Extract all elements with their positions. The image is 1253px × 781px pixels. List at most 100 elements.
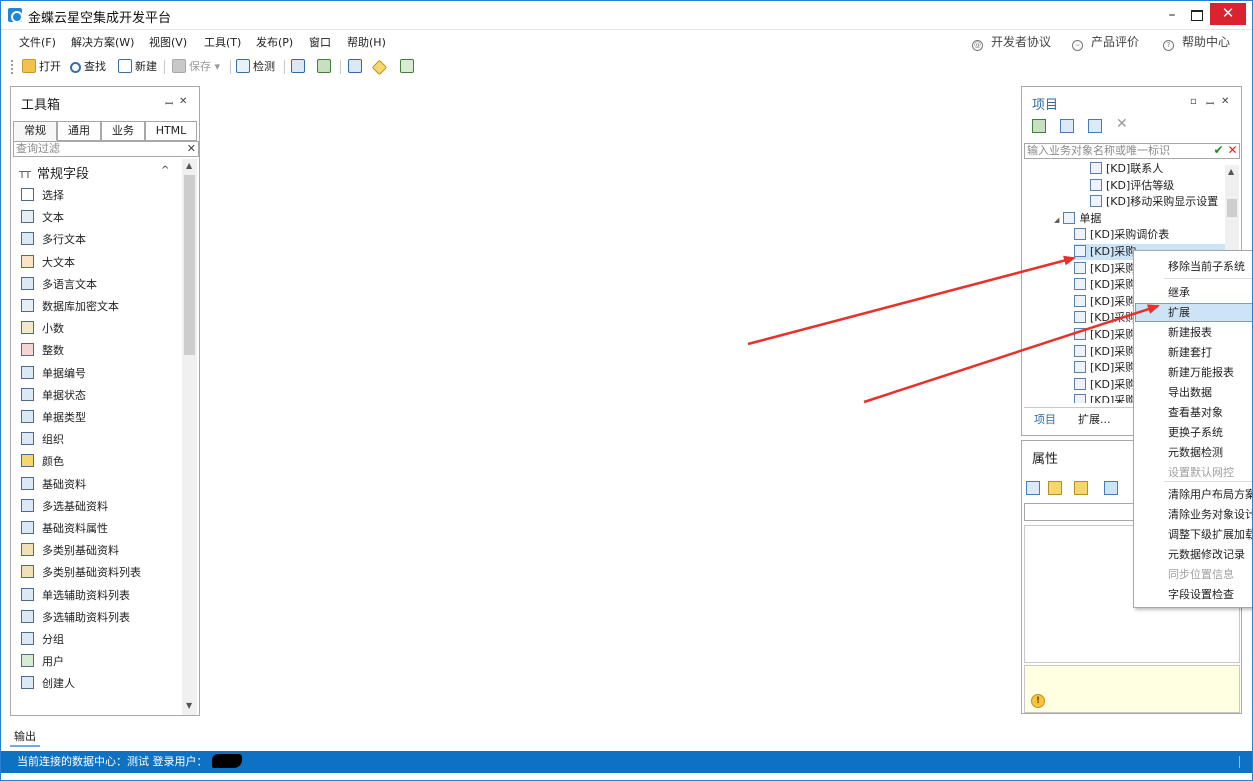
tool-item[interactable]: 组织 xyxy=(21,431,64,449)
context-menu-item[interactable]: 调整下级扩展加载 xyxy=(1135,525,1253,544)
tree-item[interactable]: [KD]采购 xyxy=(1074,327,1136,343)
collapse-all-icon[interactable] xyxy=(1060,119,1074,133)
tool-item[interactable]: 多类别基础资料列表 xyxy=(21,564,141,582)
tool-item[interactable]: 多类别基础资料 xyxy=(21,542,119,560)
menu-view[interactable]: 视图(V) xyxy=(149,34,187,50)
check-button[interactable]: 检测 xyxy=(236,58,275,76)
tree-item[interactable]: [KD]采购 xyxy=(1074,393,1136,403)
close-button[interactable]: ✕ xyxy=(1210,3,1246,25)
tool-item[interactable]: 单据状态 xyxy=(21,387,86,405)
tool-item[interactable]: 分组 xyxy=(21,631,64,649)
context-menu-item[interactable]: 查看基对象 xyxy=(1135,403,1253,422)
copy-icon[interactable] xyxy=(1088,119,1102,133)
tool-item[interactable]: 选择 xyxy=(21,187,64,205)
tab-html[interactable]: HTML xyxy=(145,121,197,141)
menu-solution[interactable]: 解决方案(W) xyxy=(71,34,134,50)
context-menu-item[interactable]: 同步位置信息 xyxy=(1135,565,1253,584)
toolbox-scroll-thumb[interactable] xyxy=(184,175,195,355)
toolbox-scrollbar[interactable]: ▲ ▼ xyxy=(182,159,197,715)
tool-item[interactable]: 多选辅助资料列表 xyxy=(21,609,130,627)
menu-tools[interactable]: 工具(T) xyxy=(204,34,241,50)
tool-item[interactable]: 小数 xyxy=(21,320,64,338)
tree-item[interactable]: [KD]采购 xyxy=(1074,360,1136,376)
product-review-link[interactable]: ⌣ 产品评价 xyxy=(1072,33,1139,51)
tool-item[interactable]: 多行文本 xyxy=(21,231,86,249)
tree-item[interactable]: [KD]评估等级 xyxy=(1090,178,1174,194)
tool-item[interactable]: 大文本 xyxy=(21,254,75,272)
search-cancel-icon[interactable]: ✕ xyxy=(1226,143,1239,159)
context-menu-item[interactable]: 清除用户布局方案 xyxy=(1135,485,1253,504)
scroll-down-arrow[interactable]: ▼ xyxy=(186,701,192,710)
tool-item[interactable]: 多语言文本 xyxy=(21,276,97,294)
developer-agreement-link[interactable]: @ 开发者协议 xyxy=(972,33,1051,51)
delete-icon[interactable]: ✕ xyxy=(1116,116,1128,132)
tool-item[interactable]: 整数 xyxy=(21,342,64,360)
minimize-button[interactable]: – xyxy=(1158,4,1186,26)
expand-toggle-icon[interactable]: ◢ xyxy=(1054,216,1059,224)
properties-icon[interactable] xyxy=(1104,481,1118,495)
tree-item[interactable]: [KD]采购 xyxy=(1074,310,1136,326)
filter-clear-icon[interactable]: ✕ xyxy=(187,142,196,156)
tool-item[interactable]: 基础资料 xyxy=(21,476,86,494)
context-menu-item[interactable]: 导出数据 xyxy=(1135,383,1253,402)
menu-help[interactable]: 帮助(H) xyxy=(347,34,386,50)
tree-folder[interactable]: ◢ 单据 xyxy=(1054,211,1101,227)
new-button[interactable]: 新建 xyxy=(118,58,157,76)
tab-general[interactable]: 常规 xyxy=(13,121,57,141)
toolbar-form-button[interactable] xyxy=(291,58,308,76)
tree-item[interactable]: [KD]联系人 xyxy=(1090,161,1163,177)
restore-icon[interactable]: ▫ xyxy=(1190,96,1197,107)
context-menu-item[interactable]: 字段设置检查 xyxy=(1135,585,1253,604)
toolbar-tools-button[interactable] xyxy=(371,58,388,76)
context-menu-item[interactable]: 新建套打 xyxy=(1135,343,1253,362)
sort-icon[interactable] xyxy=(1048,481,1062,495)
refresh-icon[interactable] xyxy=(1032,119,1046,133)
tool-item[interactable]: 多选基础资料 xyxy=(21,498,108,516)
tree-item[interactable]: [KD]采购 xyxy=(1074,344,1136,360)
context-menu-item[interactable]: 移除当前子系统 xyxy=(1135,257,1253,276)
tree-item[interactable]: [KD]采购 xyxy=(1074,261,1136,277)
tab-business[interactable]: 业务 xyxy=(101,121,145,141)
context-menu-item[interactable]: 新建报表 xyxy=(1135,323,1253,342)
tree-item[interactable]: [KD]移动采购显示设置 xyxy=(1090,194,1218,210)
events-icon[interactable] xyxy=(1074,481,1088,495)
menu-file[interactable]: 文件(F) xyxy=(19,34,56,50)
tool-item[interactable]: 颜色 xyxy=(21,453,64,471)
tab-extension[interactable]: 扩展... xyxy=(1078,411,1111,427)
open-button[interactable]: 打开 xyxy=(22,58,61,76)
context-menu-item[interactable]: 扩展 xyxy=(1135,303,1253,322)
tab-project[interactable]: 项目 xyxy=(1034,411,1056,427)
pin-icon[interactable]: ꟷ xyxy=(165,96,173,110)
tool-item[interactable]: 创建人 xyxy=(21,675,75,693)
project-scroll-thumb[interactable] xyxy=(1227,199,1237,217)
tool-item[interactable]: 用户 xyxy=(21,653,64,671)
context-menu-item[interactable]: 元数据检测 xyxy=(1135,443,1253,462)
help-center-link[interactable]: ? 帮助中心 xyxy=(1163,33,1230,51)
collapse-caret-icon[interactable]: ^ xyxy=(161,165,169,176)
tree-item[interactable]: [KD]采购调价表 xyxy=(1074,227,1169,243)
tool-item[interactable]: 基础资料属性 xyxy=(21,520,108,538)
context-menu-item[interactable]: 更换子系统 xyxy=(1135,423,1253,442)
toolbar-grip[interactable] xyxy=(11,60,13,74)
menu-window[interactable]: 窗口 xyxy=(309,34,331,50)
scroll-up-arrow[interactable]: ▲ xyxy=(1228,167,1234,176)
pin-icon[interactable]: ꟷ xyxy=(1206,96,1214,110)
context-menu-item[interactable]: 继承 xyxy=(1135,283,1253,302)
categorized-icon[interactable] xyxy=(1026,481,1040,495)
tool-item[interactable]: 单据类型 xyxy=(21,409,86,427)
project-search-input[interactable]: 输入业务对象名称或唯一标识 xyxy=(1024,143,1240,159)
context-menu-item[interactable]: 设置默认网控 xyxy=(1135,463,1253,482)
toolbox-close-icon[interactable]: ✕ xyxy=(179,96,187,107)
toolbar-list-button[interactable] xyxy=(317,58,334,76)
project-close-icon[interactable]: ✕ xyxy=(1221,96,1229,107)
toolbox-filter-input[interactable]: 查询过滤 ✕ xyxy=(13,141,199,157)
tab-common[interactable]: 通用 xyxy=(57,121,101,141)
section-header-common-fields[interactable]: TT 常规字段 xyxy=(19,163,89,182)
search-confirm-icon[interactable]: ✔ xyxy=(1212,143,1225,159)
tool-item[interactable]: 文本 xyxy=(21,209,64,227)
tree-item[interactable]: [KD]采购 xyxy=(1074,294,1136,310)
tree-item[interactable]: [KD]采购 xyxy=(1074,277,1136,293)
menu-publish[interactable]: 发布(P) xyxy=(256,34,293,50)
tool-item[interactable]: 单据编号 xyxy=(21,365,86,383)
toolbar-export-button[interactable] xyxy=(400,58,417,76)
